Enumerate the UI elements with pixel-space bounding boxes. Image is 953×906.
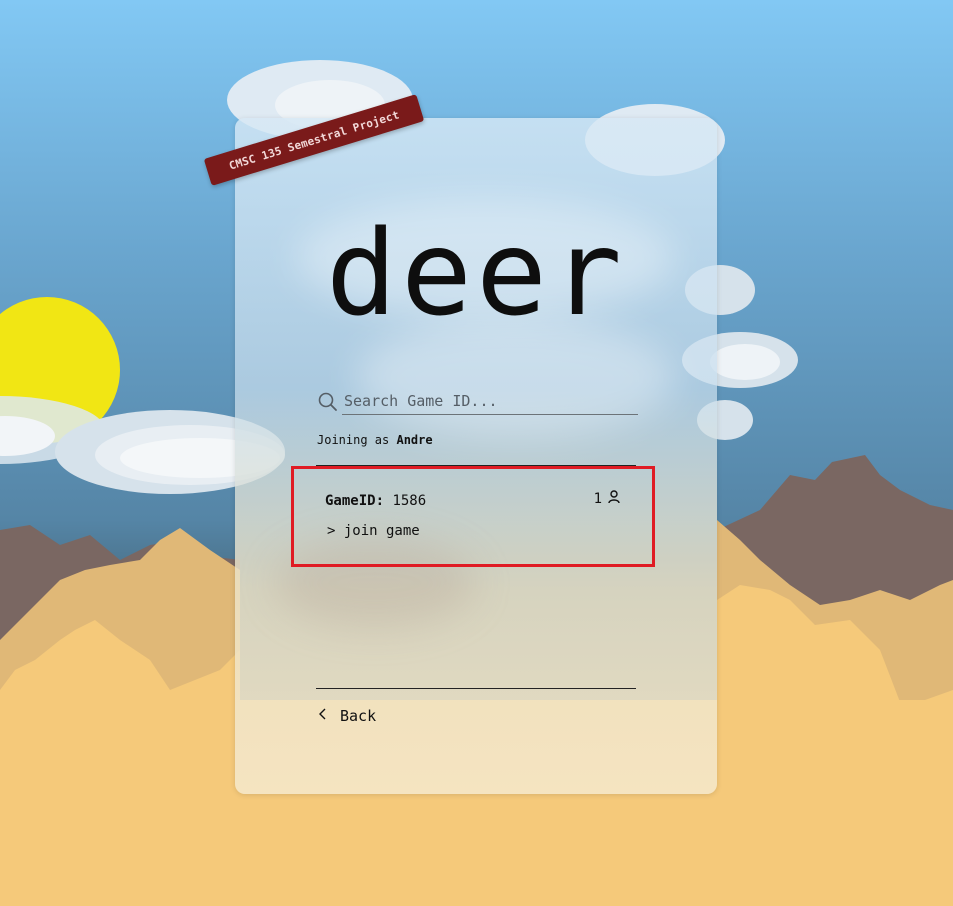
chevron-left-icon: [318, 707, 328, 725]
player-name: Andre: [396, 433, 433, 447]
game-list-item[interactable]: GameID: 1586 1 > join game: [291, 466, 655, 567]
back-button[interactable]: Back: [318, 707, 376, 725]
search-input[interactable]: [342, 388, 638, 415]
game-id: GameID: 1586: [325, 493, 426, 509]
divider-bottom: [316, 688, 636, 689]
search-bar[interactable]: [316, 388, 638, 415]
player-count: 1: [594, 490, 620, 508]
search-icon: [318, 392, 338, 412]
joining-prefix: Joining as: [317, 433, 390, 447]
join-game-link[interactable]: > join game: [327, 523, 420, 539]
player-count-value: 1: [593, 491, 602, 507]
app-title: deer: [325, 204, 627, 342]
back-label: Back: [340, 707, 377, 725]
user-icon: [608, 490, 620, 508]
joining-as: Joining as Andre: [317, 433, 433, 447]
game-id-label: GameID:: [325, 493, 385, 509]
game-id-value: 1586: [392, 493, 427, 509]
